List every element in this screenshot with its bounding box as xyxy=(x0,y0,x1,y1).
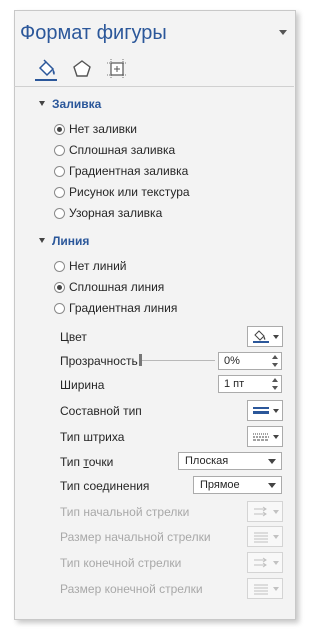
begin-arrow-size-dropdown[interactable] xyxy=(247,526,283,547)
transparency-spinner[interactable]: 0% xyxy=(218,352,282,370)
arrow-type-icon xyxy=(252,556,270,569)
radio-label: Рисунок или текстура xyxy=(69,185,190,199)
dash-lines-icon xyxy=(252,430,270,443)
radio-button[interactable] xyxy=(54,123,65,135)
spin-down-icon[interactable] xyxy=(272,363,278,367)
active-tab-indicator xyxy=(35,79,57,81)
compound-type-label: Составной тип xyxy=(60,404,142,418)
collapse-arrow-icon[interactable] xyxy=(39,101,45,106)
fill-option-picture[interactable]: Рисунок или текстура xyxy=(54,184,190,200)
radio-button[interactable] xyxy=(54,281,65,293)
tabs-divider xyxy=(14,86,294,87)
spin-up-icon[interactable] xyxy=(272,355,278,359)
end-arrow-size-dropdown[interactable] xyxy=(247,578,283,599)
spin-down-icon[interactable] xyxy=(272,386,278,390)
cap-type-label: Тип точки xyxy=(60,455,114,469)
fill-line-tab-icon[interactable] xyxy=(36,58,58,80)
size-properties-tab-icon[interactable] xyxy=(106,58,128,80)
end-arrow-type-label: Тип конечной стрелки xyxy=(60,556,182,570)
pane-title: Формат фигуры xyxy=(20,22,167,44)
cap-type-select[interactable]: Плоская xyxy=(178,452,282,470)
compound-type-dropdown[interactable] xyxy=(247,400,283,421)
radio-label: Градиентная заливка xyxy=(69,164,189,178)
chevron-down-icon xyxy=(273,335,279,339)
fill-section-title[interactable]: Заливка xyxy=(52,97,101,111)
color-label: Цвет xyxy=(60,330,87,344)
fill-option-solid[interactable]: Сплошная заливка xyxy=(54,142,175,158)
spin-up-icon[interactable] xyxy=(272,378,278,382)
dash-type-label: Тип штриха xyxy=(60,430,125,444)
transparency-slider-track[interactable] xyxy=(141,360,215,361)
paint-bucket-icon xyxy=(252,330,270,343)
transparency-value: 0% xyxy=(224,355,240,367)
end-arrow-type-dropdown[interactable] xyxy=(247,552,283,573)
width-label: Ширина xyxy=(60,378,105,392)
radio-label: Сплошная заливка xyxy=(69,143,176,157)
dash-type-dropdown[interactable] xyxy=(247,426,283,447)
width-spinner[interactable]: 1 пт xyxy=(218,375,282,393)
join-type-select[interactable]: Прямое xyxy=(193,476,282,494)
line-color-picker[interactable] xyxy=(247,326,283,347)
transparency-label: Прозрачность xyxy=(60,354,138,368)
arrow-type-icon xyxy=(252,505,270,518)
pane-options-arrow-icon[interactable] xyxy=(279,30,287,35)
radio-label: Узорная заливка xyxy=(69,206,163,220)
chevron-down-icon xyxy=(273,587,279,591)
cap-type-value: Плоская xyxy=(185,455,229,467)
fill-option-pattern[interactable]: Узорная заливка xyxy=(54,205,162,221)
radio-button[interactable] xyxy=(54,144,65,156)
begin-arrow-size-label: Размер начальной стрелки xyxy=(60,530,211,544)
begin-arrow-type-dropdown[interactable] xyxy=(247,501,283,522)
fill-option-gradient[interactable]: Градиентная заливка xyxy=(54,163,188,179)
fill-option-none[interactable]: Нет заливки xyxy=(54,121,137,137)
radio-label: Нет линий xyxy=(69,259,127,273)
join-type-label: Тип соединения xyxy=(60,479,150,493)
radio-label: Нет заливки xyxy=(69,122,137,136)
arrow-size-icon xyxy=(252,530,270,543)
radio-label: Сплошная линия xyxy=(69,280,165,294)
effects-tab-icon[interactable] xyxy=(71,58,93,80)
line-section-title[interactable]: Линия xyxy=(52,234,89,248)
chevron-down-icon xyxy=(273,409,279,413)
radio-label: Градиентная линия xyxy=(69,301,178,315)
chevron-down-icon xyxy=(273,535,279,539)
radio-button[interactable] xyxy=(54,302,65,314)
join-type-value: Прямое xyxy=(200,479,240,491)
end-arrow-size-label: Размер конечной стрелки xyxy=(60,582,203,596)
transparency-slider-thumb[interactable] xyxy=(139,354,142,366)
line-option-none[interactable]: Нет линий xyxy=(54,258,127,274)
radio-button[interactable] xyxy=(54,186,65,198)
width-value: 1 пт xyxy=(224,378,245,390)
line-option-solid[interactable]: Сплошная линия xyxy=(54,279,164,295)
radio-button[interactable] xyxy=(54,165,65,177)
chevron-down-icon xyxy=(273,510,279,514)
compound-lines-icon xyxy=(252,404,270,417)
arrow-size-icon xyxy=(252,582,270,595)
chevron-down-icon xyxy=(273,561,279,565)
begin-arrow-type-label: Тип начальной стрелки xyxy=(60,505,190,519)
chevron-down-icon xyxy=(273,435,279,439)
chevron-down-icon xyxy=(268,483,276,488)
line-option-gradient[interactable]: Градиентная линия xyxy=(54,300,177,316)
radio-button[interactable] xyxy=(54,260,65,272)
chevron-down-icon xyxy=(268,459,276,464)
collapse-arrow-icon[interactable] xyxy=(39,238,45,243)
radio-button[interactable] xyxy=(54,207,65,219)
